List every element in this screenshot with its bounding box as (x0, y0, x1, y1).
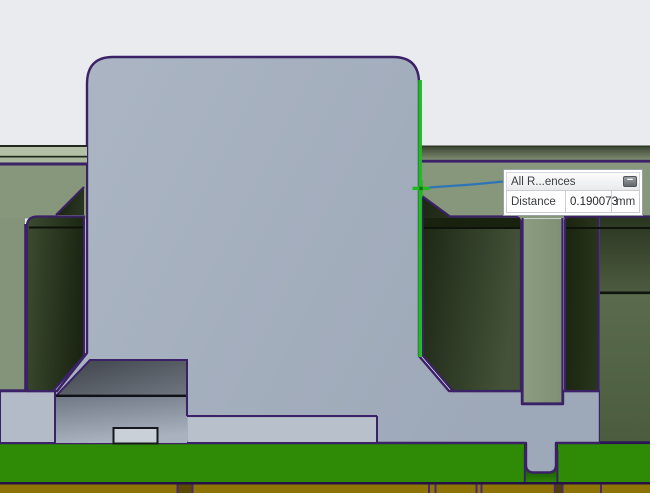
foot-slot[interactable] (114, 428, 158, 444)
pcb-via-edge (476, 485, 478, 493)
housing-section-sliver[interactable] (0, 218, 25, 391)
foot-lower-left-face (1, 393, 54, 443)
housing-rib-section[interactable] (523, 219, 563, 403)
callout-value-row: Distance 0.190073 mm (506, 190, 640, 213)
housing-ledge-face[interactable] (0, 158, 87, 163)
metric-value: 0.190073 (565, 191, 612, 212)
housing-outline (0, 163, 87, 166)
metric-unit: mm (612, 191, 639, 212)
cad-scene (0, 0, 650, 493)
foot-lower-right-face (188, 418, 376, 443)
highlighted-edge[interactable] (418, 80, 422, 357)
pcb-via-edge (428, 485, 430, 493)
cad-viewport: All R...ences − Distance 0.190073 mm (0, 0, 650, 493)
housing-cavity-face-2[interactable] (565, 217, 599, 392)
housing-bottom-outline-right (600, 441, 650, 444)
pcb-via-edge (192, 485, 194, 493)
housing-bottom-outline (0, 389, 26, 392)
housing-outline-right (421, 160, 650, 163)
pcb-via-fill (178, 485, 192, 493)
pcb-via-edge (481, 485, 483, 493)
callout-header[interactable]: All R...ences − (506, 172, 640, 190)
housing-top-edge (0, 145, 87, 147)
housing-ledge-edge (0, 156, 87, 158)
pcb-via-edge (554, 485, 556, 493)
pcb-via-edge (562, 485, 564, 493)
housing-rib[interactable] (27, 217, 84, 392)
pcb-via-fill (555, 485, 562, 493)
pcb-gold-layer[interactable] (0, 485, 650, 493)
housing-back-face-lower[interactable] (600, 293, 650, 444)
callout-title: All R...ences (511, 176, 576, 188)
minus-icon[interactable]: − (623, 176, 637, 187)
housing-top-face[interactable] (0, 147, 87, 156)
housing-top-face-right[interactable] (421, 147, 650, 160)
pcb-via-edge (435, 485, 437, 493)
measurement-callout: All R...ences − Distance 0.190073 mm (503, 169, 643, 216)
left-housing[interactable] (0, 145, 87, 392)
cavity-top-band (424, 218, 520, 227)
pcb-via-edge (600, 485, 602, 493)
pcb-via-edge (177, 485, 179, 493)
metric-label: Distance (507, 191, 565, 212)
